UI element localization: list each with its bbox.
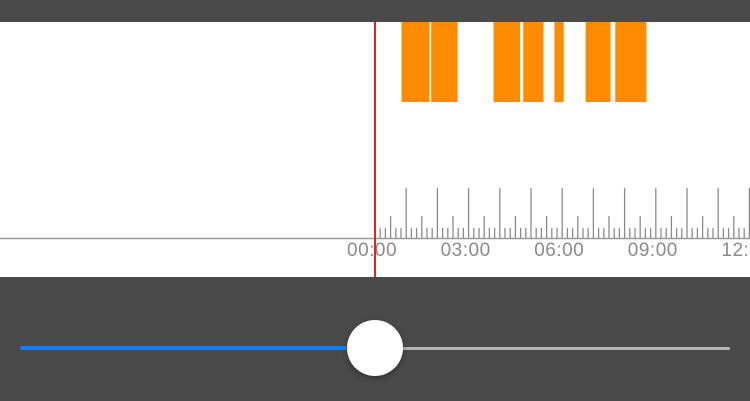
event-block[interactable] — [493, 22, 521, 102]
event-block[interactable] — [523, 22, 544, 102]
event-block[interactable] — [585, 22, 611, 102]
slider-inactive-track — [395, 347, 730, 350]
tick-label: 09:00 — [627, 240, 678, 261]
slider-thumb[interactable] — [347, 320, 403, 376]
event-block[interactable] — [554, 22, 564, 102]
tick-label: 03:00 — [440, 240, 491, 261]
playhead-marker[interactable] — [374, 22, 376, 278]
timeline-slider[interactable] — [20, 320, 730, 376]
tick-label: 06:00 — [534, 240, 585, 261]
bottom-panel — [0, 277, 750, 401]
top-bar — [0, 0, 750, 22]
event-block[interactable] — [401, 22, 430, 102]
tick-label: 12: — [721, 240, 750, 261]
slider-active-track — [20, 346, 355, 350]
event-block[interactable] — [615, 22, 647, 102]
event-block[interactable] — [431, 22, 458, 102]
tick-label: 00:00 — [347, 240, 398, 261]
